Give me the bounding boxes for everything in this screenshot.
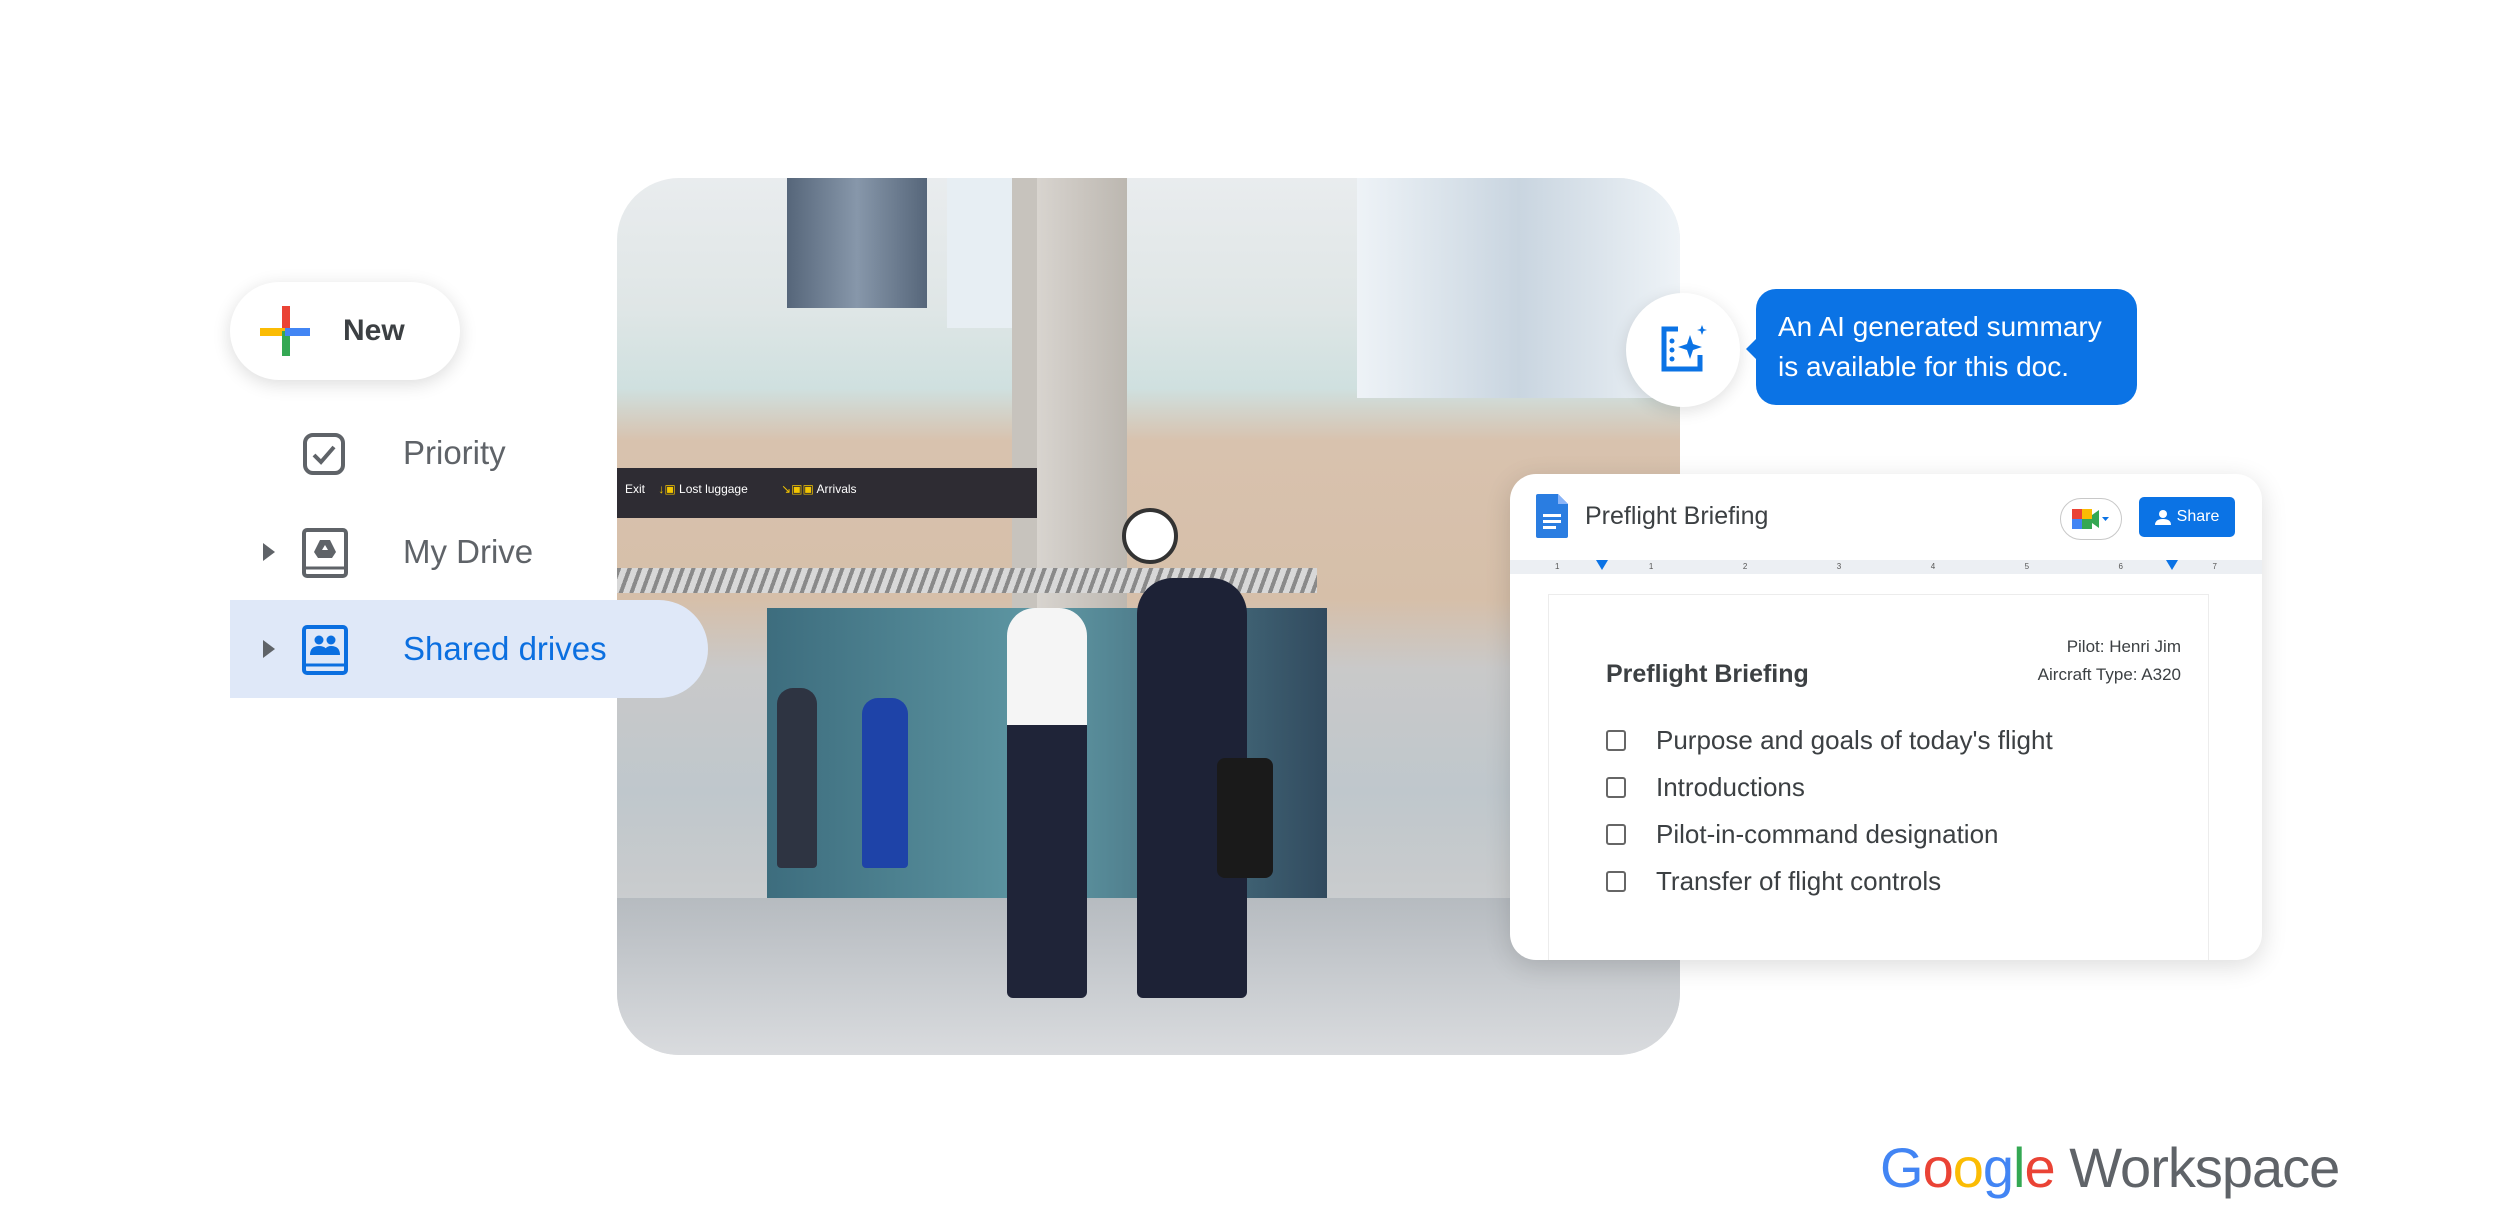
- ai-summary-sparkle-icon: [1661, 325, 1707, 372]
- doc-title[interactable]: Preflight Briefing: [1585, 502, 1768, 531]
- clock: [1122, 508, 1178, 564]
- ruler-mark: 7: [2212, 562, 2217, 571]
- person-icon: [2154, 510, 2171, 525]
- checkbox[interactable]: [1606, 871, 1626, 892]
- sidebar-item-label: Priority: [403, 434, 506, 471]
- sidebar-item-label: Shared drives: [403, 630, 607, 667]
- google-docs-icon: [1536, 494, 1568, 538]
- new-label: New: [343, 314, 405, 347]
- ruler[interactable]: 1 1 2 3 4 5 6 7: [1510, 560, 2262, 574]
- ruler-mark: 5: [2024, 562, 2030, 571]
- checklist-item: Purpose and goals of today's flight: [1606, 725, 2053, 756]
- my-drive-icon: [302, 528, 348, 578]
- share-button[interactable]: Share: [2139, 497, 2235, 537]
- ai-summary-button[interactable]: [1626, 293, 1740, 407]
- expand-caret-icon[interactable]: [263, 543, 275, 561]
- sign-arrivals: Arrivals: [816, 482, 857, 496]
- ai-summary-tooltip: An AI generated summary is available for…: [1746, 289, 2137, 405]
- ruler-mark: 6: [2118, 562, 2123, 571]
- left-indent-marker[interactable]: [1596, 560, 1608, 570]
- meet-button[interactable]: [2060, 498, 2122, 540]
- logo-workspace: Workspace: [2069, 1136, 2340, 1199]
- sign-lost-luggage: Lost luggage: [679, 482, 748, 496]
- checklist-item: Transfer of flight controls: [1606, 866, 1941, 897]
- airport-sign: Exit ↓▣ Lost luggage ↘▣▣ Arrivals: [617, 468, 1037, 518]
- sidebar-item-label: My Drive: [403, 533, 534, 570]
- doc-heading: Preflight Briefing: [1606, 660, 1809, 688]
- doc-page[interactable]: Preflight Briefing Pilot: Henri Jim Airc…: [1548, 594, 2209, 960]
- google-meet-icon: [2072, 509, 2109, 529]
- checkbox[interactable]: [1606, 777, 1626, 798]
- plus-icon: [260, 306, 310, 356]
- sidebar-item-my-drive[interactable]: My Drive: [230, 503, 630, 601]
- checklist-item-label: Introductions: [1656, 772, 1805, 802]
- checkbox[interactable]: [1606, 824, 1626, 845]
- checklist-item: Introductions: [1606, 772, 1805, 803]
- ruler-mark: 1: [1648, 562, 1654, 571]
- checklist-item-label: Pilot-in-command designation: [1656, 819, 1999, 849]
- sidebar-item-priority[interactable]: Priority: [230, 404, 630, 502]
- pilot-name: Pilot: Henri Jim: [2066, 637, 2181, 656]
- priority-check-icon: [303, 433, 345, 475]
- right-indent-marker[interactable]: [2166, 560, 2178, 570]
- sidebar-item-shared-drives[interactable]: Shared drives: [230, 600, 708, 698]
- checkbox[interactable]: [1606, 730, 1626, 751]
- ruler-mark: 4: [1930, 562, 1936, 571]
- new-button[interactable]: New: [230, 282, 460, 380]
- shared-drives-icon: [302, 625, 348, 675]
- ruler-mark: 2: [1742, 562, 1748, 571]
- checklist-item: Pilot-in-command designation: [1606, 819, 1999, 850]
- ruler-mark: 3: [1836, 562, 1842, 571]
- google-workspace-logo: Google Workspace: [1880, 1136, 2340, 1199]
- checklist-item-label: Purpose and goals of today's flight: [1656, 725, 2053, 755]
- aircraft-type: Aircraft Type: A320: [2037, 665, 2181, 684]
- doc-window: Preflight Briefing Share 1 1 2 3 4 5 6 7 Prefli…: [1510, 474, 2262, 960]
- share-label: Share: [2176, 508, 2220, 525]
- checklist-item-label: Transfer of flight controls: [1656, 866, 1942, 896]
- ruler-mark: 1: [1555, 562, 1560, 571]
- tooltip-text: An AI generated summary is available for…: [1778, 311, 2102, 382]
- expand-caret-icon[interactable]: [263, 640, 275, 658]
